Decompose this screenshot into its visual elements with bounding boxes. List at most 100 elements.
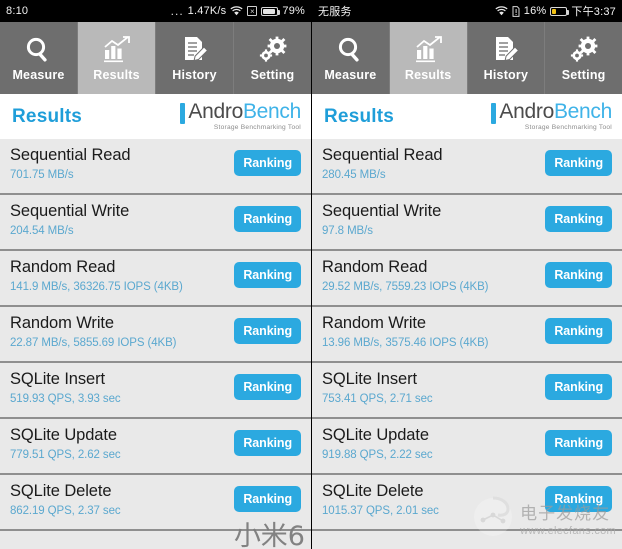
- row-value: 141.9 MB/s, 36326.75 IOPS (4KB): [10, 280, 183, 293]
- ranking-button[interactable]: Ranking: [545, 486, 612, 512]
- tab-setting-label: Setting: [250, 67, 295, 82]
- tab-results[interactable]: Results: [78, 22, 156, 94]
- logo-name-second: Bench: [553, 100, 612, 124]
- ranking-button[interactable]: Ranking: [545, 150, 612, 176]
- wifi-icon: [230, 6, 243, 16]
- table-row[interactable]: SQLite Delete 862.19 QPS, 2.37 sec Ranking: [0, 475, 311, 531]
- table-row[interactable]: SQLite Delete 1015.37 QPS, 2.01 sec Rankin…: [312, 475, 622, 531]
- ranking-button[interactable]: Ranking: [545, 206, 612, 232]
- row-value: 701.75 MB/s: [10, 168, 74, 181]
- tab-results-label: Results: [404, 67, 452, 82]
- table-row[interactable]: SQLite Update 779.51 QPS, 2.62 sec Ranking: [0, 419, 311, 475]
- row-title: Random Write: [10, 314, 114, 332]
- tab-bar: Measure Results History Setting: [312, 22, 622, 94]
- table-row[interactable]: SQLite Insert 519.93 QPS, 3.93 sec Ranking: [0, 363, 311, 419]
- document-pencil-icon: [490, 35, 521, 66]
- table-row[interactable]: Sequential Read 701.75 MB/s Ranking: [0, 139, 311, 195]
- chart-icon: [101, 35, 132, 66]
- tab-setting[interactable]: Setting: [545, 22, 622, 94]
- gears-icon: [257, 35, 288, 66]
- status-bar-left: 8:10: [6, 5, 28, 17]
- ranking-button[interactable]: Ranking: [545, 430, 612, 456]
- row-title: SQLite Update: [10, 426, 117, 444]
- more-dots-icon: ...: [170, 4, 184, 18]
- table-row[interactable]: Sequential Write 97.8 MB/s Ranking: [312, 195, 622, 251]
- row-value: 13.96 MB/s, 3575.46 IOPS (4KB): [322, 336, 489, 349]
- table-row[interactable]: SQLite Insert 753.41 QPS, 2.71 sec Ranking: [312, 363, 622, 419]
- logo-bar-icon: [180, 103, 186, 125]
- ranking-button[interactable]: Ranking: [545, 374, 612, 400]
- row-title: SQLite Insert: [322, 370, 417, 388]
- tab-history-label: History: [483, 67, 529, 82]
- logo-text: AndroBench Storage Benchmarking Tool: [499, 101, 612, 132]
- right-phone-screenshot: 无服务 16% 下午3:37 Measure Results History S…: [311, 0, 622, 549]
- table-row[interactable]: Random Read 29.52 MB/s, 7559.23 IOPS (4KB…: [312, 251, 622, 307]
- row-value: 779.51 QPS, 2.62 sec: [10, 448, 121, 461]
- tab-results[interactable]: Results: [389, 22, 468, 94]
- left-phone-screenshot: 8:10 ... 1.47K/s × 79% Measure Results H…: [0, 0, 311, 549]
- ranking-button[interactable]: Ranking: [234, 486, 301, 512]
- dual-screenshot-comparison: 8:10 ... 1.47K/s × 79% Measure Results H…: [0, 0, 622, 549]
- tab-setting[interactable]: Setting: [234, 22, 311, 94]
- row-value: 97.8 MB/s: [322, 224, 373, 237]
- logo-text: AndroBench Storage Benchmarking Tool: [188, 101, 301, 132]
- tab-results-label: Results: [93, 67, 140, 82]
- page-header: Results AndroBench Storage Benchmarking …: [312, 94, 622, 139]
- ranking-button[interactable]: Ranking: [234, 374, 301, 400]
- results-list: Sequential Read 701.75 MB/s Ranking Sequen…: [0, 139, 311, 531]
- table-row[interactable]: Random Read 141.9 MB/s, 36326.75 IOPS (4K…: [0, 251, 311, 307]
- row-value: 29.52 MB/s, 7559.23 IOPS (4KB): [322, 280, 489, 293]
- table-row[interactable]: Sequential Read 280.45 MB/s Ranking: [312, 139, 622, 195]
- tab-setting-label: Setting: [561, 67, 606, 82]
- row-title: Sequential Read: [322, 146, 443, 164]
- wifi-icon: [495, 6, 508, 16]
- tab-history[interactable]: History: [156, 22, 234, 94]
- tab-history-label: History: [172, 67, 217, 82]
- logo-tagline: Storage Benchmarking Tool: [213, 124, 301, 132]
- row-title: Sequential Read: [10, 146, 131, 164]
- results-list: Sequential Read 280.45 MB/s Ranking Sequen…: [312, 139, 622, 531]
- table-row[interactable]: Random Write 22.87 MB/s, 5855.69 IOPS (4K…: [0, 307, 311, 363]
- status-bar-left: 无服务: [318, 3, 352, 19]
- logo-name-second: Bench: [242, 100, 301, 124]
- page-title: Results: [12, 105, 83, 127]
- row-value: 22.87 MB/s, 5855.69 IOPS (4KB): [10, 336, 177, 349]
- battery-icon: [261, 6, 281, 16]
- battery-icon: [550, 6, 570, 16]
- magnifier-icon: [23, 35, 54, 66]
- row-value: 280.45 MB/s: [322, 168, 386, 181]
- boxed-x-icon: ×: [247, 6, 258, 16]
- row-title: SQLite Delete: [322, 482, 424, 500]
- status-bar: 8:10 ... 1.47K/s × 79%: [0, 0, 311, 22]
- row-title: SQLite Insert: [10, 370, 105, 388]
- network-speed-text: 1.47K/s: [187, 5, 227, 17]
- logo-name-first: Andro: [499, 100, 554, 124]
- tab-history[interactable]: History: [468, 22, 546, 94]
- ranking-button[interactable]: Ranking: [545, 318, 612, 344]
- row-value: 919.88 QPS, 2.22 sec: [322, 448, 433, 461]
- table-row[interactable]: SQLite Update 919.88 QPS, 2.22 sec Ranking: [312, 419, 622, 475]
- row-title: SQLite Update: [322, 426, 429, 444]
- tab-measure[interactable]: Measure: [312, 22, 390, 94]
- row-title: SQLite Delete: [10, 482, 112, 500]
- tab-bar: Measure Results History Setting: [0, 22, 311, 94]
- table-row[interactable]: Sequential Write 204.54 MB/s Ranking: [0, 195, 311, 251]
- status-bar-right: ... 1.47K/s × 79%: [171, 4, 305, 18]
- ranking-button[interactable]: Ranking: [234, 318, 301, 344]
- battery-percent: 79%: [282, 5, 305, 17]
- tab-measure[interactable]: Measure: [0, 22, 78, 94]
- logo-tagline: Storage Benchmarking Tool: [524, 124, 612, 132]
- gears-icon: [568, 35, 599, 66]
- row-value: 753.41 QPS, 2.71 sec: [322, 392, 433, 405]
- status-clock: 下午3:37: [571, 6, 616, 18]
- page-header: Results AndroBench Storage Benchmarking …: [0, 94, 311, 139]
- ranking-button[interactable]: Ranking: [234, 150, 301, 176]
- ranking-button[interactable]: Ranking: [545, 262, 612, 288]
- row-title: Random Read: [322, 258, 428, 276]
- logo-name-first: Andro: [188, 100, 243, 124]
- ranking-button[interactable]: Ranking: [234, 262, 301, 288]
- table-row[interactable]: Random Write 13.96 MB/s, 3575.46 IOPS (4K…: [312, 307, 622, 363]
- ranking-button[interactable]: Ranking: [234, 206, 301, 232]
- ranking-button[interactable]: Ranking: [234, 430, 301, 456]
- row-value: 519.93 QPS, 3.93 sec: [10, 392, 121, 405]
